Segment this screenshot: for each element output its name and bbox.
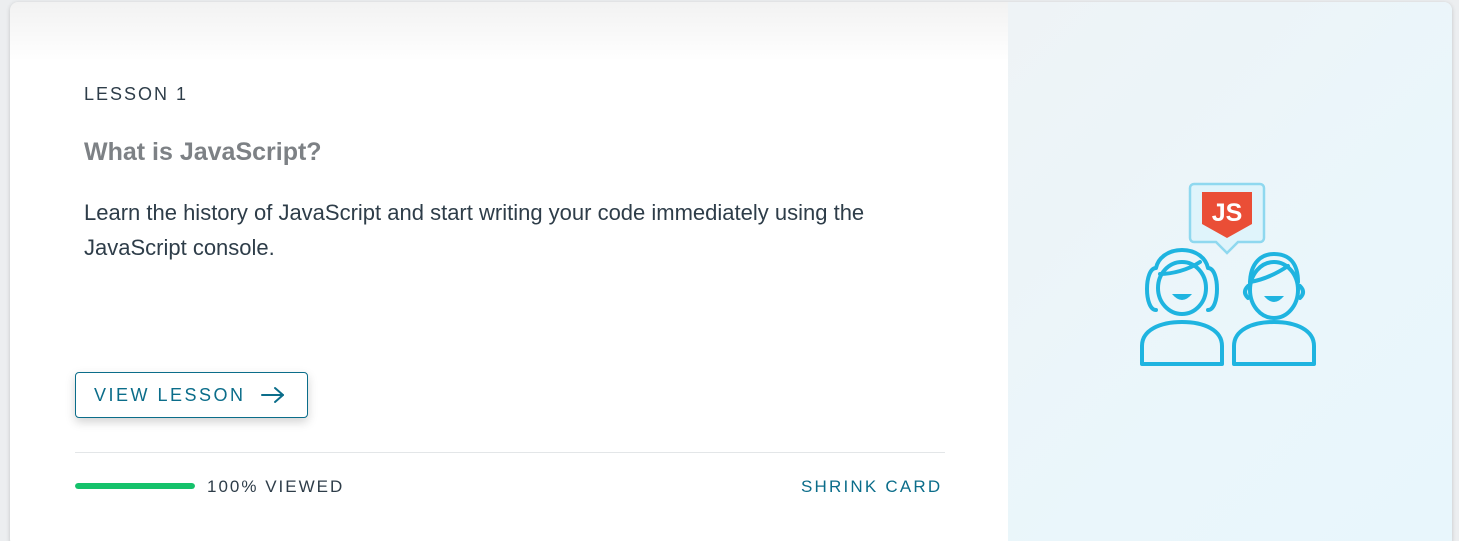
lesson-number: LESSON 1 <box>84 84 189 104</box>
lesson-card: LESSON 1 What is JavaScript? Learn the h… <box>10 2 1452 541</box>
lesson-title: What is JavaScript? <box>84 138 322 166</box>
progress-bar <box>75 483 195 489</box>
progress-fill <box>75 483 195 489</box>
js-badge-text: JS <box>1212 199 1243 227</box>
lesson-content: LESSON 1 What is JavaScript? Learn the h… <box>10 2 1008 541</box>
illustration-panel: JS <box>1008 2 1452 541</box>
view-lesson-label: VIEW LESSON <box>94 384 246 405</box>
view-lesson-button[interactable]: VIEW LESSON <box>75 372 308 418</box>
progress-label: 100% VIEWED <box>207 477 345 496</box>
shrink-card-button[interactable]: SHRINK CARD <box>801 477 942 497</box>
js-chat-people-icon: JS <box>1136 178 1326 370</box>
page: LESSON 1 What is JavaScript? Learn the h… <box>0 0 1459 541</box>
arrow-right-icon <box>260 385 286 405</box>
lesson-description: Learn the history of JavaScript and star… <box>84 200 865 260</box>
card-divider <box>75 452 945 453</box>
